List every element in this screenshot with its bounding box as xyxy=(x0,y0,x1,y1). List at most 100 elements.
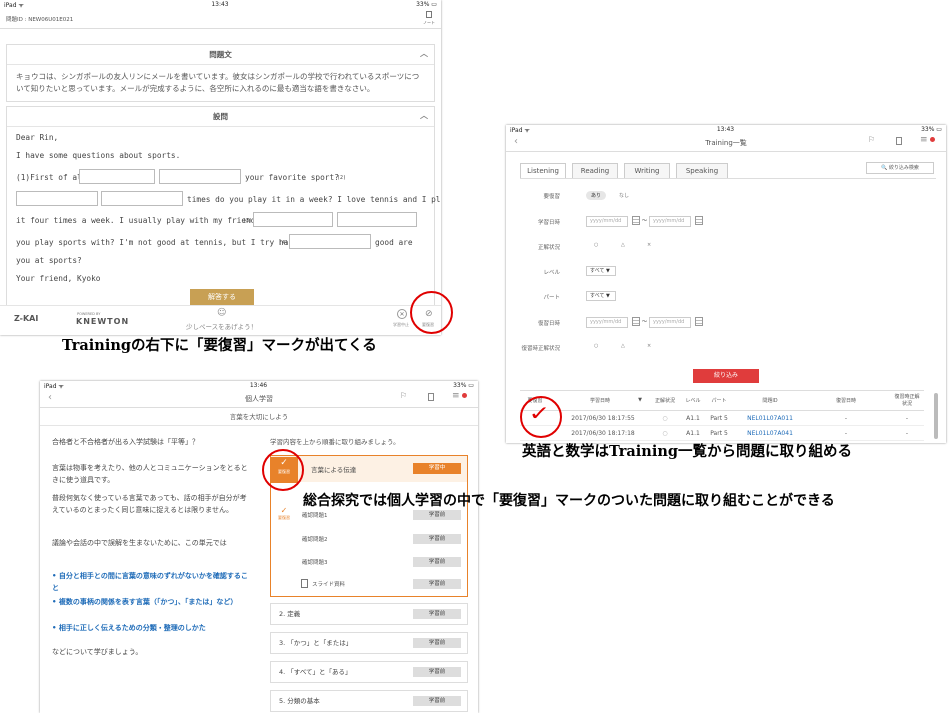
lesson-item[interactable]: 2. 定義 学習前 xyxy=(270,603,468,625)
slide-document-icon xyxy=(301,579,308,588)
direct-icon[interactable]: ⚐ xyxy=(868,135,875,144)
unit-goal: • 複数の事柄の関係を表す言葉（「かつ」、「または」など） xyxy=(52,598,238,606)
results-table-header: 要復習 学習日時 ▼ 正解状況 レベル パート 問題ID 復習日時 復習時正解状… xyxy=(520,390,924,411)
answer-blank-3a[interactable] xyxy=(253,212,333,227)
answer-blank-1a[interactable] xyxy=(79,169,155,184)
chevron-up-icon[interactable]: ︿ xyxy=(420,48,428,59)
lesson-subitem[interactable]: 確認問題1 xyxy=(302,511,328,519)
status-bar: iPad ᯤ 13:43 33% ▭ xyxy=(510,126,942,134)
lesson-item[interactable]: 5. 分類の基本 学習前 xyxy=(270,690,468,712)
menu-icon[interactable]: ≡ xyxy=(452,391,460,401)
question-header: 問題ID : NEW06U01E021 ノート xyxy=(0,9,441,29)
review-date-to[interactable]: yyyy/mm/dd xyxy=(649,317,691,328)
blank-number: (3) xyxy=(243,218,253,224)
notification-dot xyxy=(462,393,467,398)
sort-arrow-icon[interactable]: ▼ xyxy=(636,397,644,403)
note-icon[interactable] xyxy=(428,393,434,401)
study-status-button[interactable]: 学習前 xyxy=(413,609,461,619)
review-correct-option[interactable]: ○ xyxy=(594,343,598,349)
study-status-button[interactable]: 学習前 xyxy=(413,667,461,677)
tab-listening[interactable]: Listening xyxy=(520,163,566,178)
tab-writing[interactable]: Writing xyxy=(624,163,670,179)
search-filter-button[interactable]: 🔍 絞り込み検索 xyxy=(866,162,934,174)
lesson-subitem[interactable]: スライド資料 xyxy=(312,580,345,588)
study-status-button[interactable]: 学習前 xyxy=(413,557,461,567)
unit-paragraph: 議論や会話の中で誤解を生まないために、この単元では xyxy=(52,539,227,547)
filter-label-part: パート xyxy=(543,295,560,301)
filter-submit-button[interactable]: 絞り込み xyxy=(693,369,759,383)
question-id-link[interactable]: NEL01L07A011 xyxy=(736,415,804,422)
study-status-button[interactable]: 学習前 xyxy=(413,696,461,706)
letter-line: Your friend, Kyoko xyxy=(16,274,101,283)
tab-speaking[interactable]: Speaking xyxy=(676,163,728,179)
close-circle-icon[interactable]: ✕ xyxy=(397,309,407,319)
caption-training-mark: Trainingの右下に「要復習」マークが出てくる xyxy=(62,337,377,354)
level-select[interactable]: すべて ▼ xyxy=(586,266,616,276)
unit-goal: • 自分と相手との間に言葉の意味のずれがないかを確認すること xyxy=(52,572,248,592)
study-date-to[interactable]: yyyy/mm/dd xyxy=(649,216,691,227)
study-status-button[interactable]: 学習前 xyxy=(413,638,461,648)
lesson-subitem[interactable]: 確認問題2 xyxy=(302,535,328,543)
answer-blank-2b[interactable] xyxy=(101,191,183,206)
correct-option[interactable]: ○ xyxy=(594,242,598,248)
study-status-button[interactable]: 学習中 xyxy=(413,463,461,474)
study-status-button[interactable]: 学習前 xyxy=(413,510,461,520)
caption-training-list: 英語と数学はTraining一覧から問題に取り組める xyxy=(522,443,853,460)
answer-blank-2a[interactable] xyxy=(16,191,98,206)
lesson-title: 3. 「かつ」と「または」 xyxy=(279,639,353,647)
table-row[interactable]: 2017/06/30 18:17:18 ○ A1.1 Part 5 NEL01L… xyxy=(520,427,924,441)
note-icon[interactable] xyxy=(896,137,902,145)
filter-label-review-date: 復習日時 xyxy=(537,321,560,327)
page-title: 個人学習 xyxy=(245,394,273,403)
letter-line: you at sports? xyxy=(16,256,82,265)
filter-label-review-correct: 復習時正解状況 xyxy=(521,346,560,352)
correct-option[interactable]: × xyxy=(647,242,651,248)
unit-goal: • 相手に正しく伝えるための分類・整理のしかた xyxy=(52,624,206,632)
menu-icon[interactable]: ≡ xyxy=(920,135,928,145)
smile-icon: ☺ xyxy=(217,308,227,318)
calendar-icon[interactable] xyxy=(632,317,640,326)
submit-button[interactable]: 解答する xyxy=(190,289,254,305)
knewton-logo: KNEWTON xyxy=(76,317,130,326)
part-select[interactable]: すべて ▼ xyxy=(586,291,616,301)
question-id-link[interactable]: NEL01L07A041 xyxy=(736,430,804,437)
answer-blank-3b[interactable] xyxy=(337,212,417,227)
calendar-icon[interactable] xyxy=(695,317,703,326)
prompt-title: 問題文 xyxy=(209,50,232,59)
answer-blank-4[interactable] xyxy=(289,234,371,249)
lesson-title: 5. 分類の基本 xyxy=(279,697,320,705)
chevron-up-icon[interactable]: ︿ xyxy=(420,110,428,121)
footer-bar: Z-KAI POWERED BY KNEWTON ☺ 少しペースをあげよう！ ✕… xyxy=(0,305,441,335)
direct-icon[interactable]: ⚐ xyxy=(400,391,407,400)
back-chevron-icon[interactable]: ‹ xyxy=(514,136,518,147)
note-button[interactable]: ノート xyxy=(423,11,435,26)
letter-line: you play sports with? I'm not good at te… xyxy=(16,238,303,247)
review-correct-option[interactable]: × xyxy=(647,343,651,349)
lesson-item[interactable]: 4. 「すべて」と「ある」 学習前 xyxy=(270,661,468,683)
letter-line: Dear Rin, xyxy=(16,133,59,142)
review-date-from[interactable]: yyyy/mm/dd xyxy=(586,317,628,328)
letter-line: your favorite sport? xyxy=(245,173,339,182)
back-chevron-icon[interactable]: ‹ xyxy=(48,392,52,403)
correct-option[interactable]: △ xyxy=(621,242,625,248)
review-option-yes[interactable]: あり xyxy=(586,191,607,200)
study-status-button[interactable]: 学習前 xyxy=(413,579,461,589)
unit-question: 合格者と不合格者が出る入学試験は「平等」？ xyxy=(52,438,199,446)
study-status-button[interactable]: 学習前 xyxy=(413,534,461,544)
unit-subtitle: 言葉を大切にしよう xyxy=(40,408,478,426)
unit-paragraph: 言葉は物事を考えたり、他の人とコミュニケーションをとるときに使う道具です。 xyxy=(52,464,248,484)
lesson-title: 4. 「すべて」と「ある」 xyxy=(279,668,352,676)
letter-line: it four times a week. I usually play wit… xyxy=(16,216,265,225)
tab-reading[interactable]: Reading xyxy=(572,163,618,179)
lesson-subitem[interactable]: 確認問題3 xyxy=(302,558,328,566)
scrollbar[interactable] xyxy=(934,393,938,439)
lesson-item[interactable]: 3. 「かつ」と「または」 学習前 xyxy=(270,632,468,654)
review-correct-option[interactable]: △ xyxy=(621,343,625,349)
table-row[interactable]: 2017/06/30 18:17:55 ○ A1.1 Part 5 NEL01L… xyxy=(520,412,924,426)
calendar-icon[interactable] xyxy=(695,216,703,225)
nav-header: ‹ Training一覧 ⚐ ≡ xyxy=(506,134,946,152)
review-option-no[interactable]: なし xyxy=(619,192,629,199)
study-date-from[interactable]: yyyy/mm/dd xyxy=(586,216,628,227)
answer-blank-1b[interactable] xyxy=(159,169,241,184)
calendar-icon[interactable] xyxy=(632,216,640,225)
